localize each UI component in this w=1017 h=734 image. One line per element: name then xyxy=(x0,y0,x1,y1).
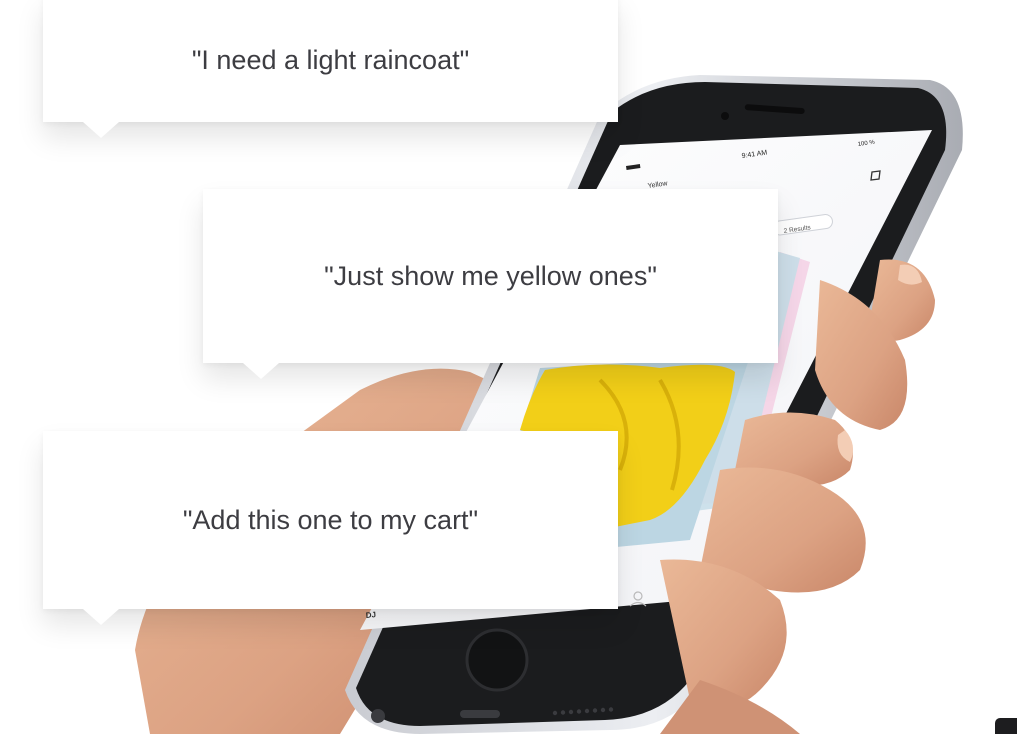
speech-bubble-cart: "Add this one to my cart" xyxy=(43,431,618,625)
bottom-nav-label: DJ xyxy=(365,610,376,620)
speech-bubble-raincoat: "I need a light raincoat" xyxy=(43,0,618,138)
speech-bubble-yellow: "Just show me yellow ones" xyxy=(203,189,778,379)
front-camera xyxy=(721,112,729,120)
fingernail xyxy=(898,264,922,285)
bubble-text-cart: "Add this one to my cart" xyxy=(182,504,479,535)
photo-scene: 9:41 AM 100 % Yellow 2 Results DJ "I nee… xyxy=(0,0,1017,734)
home-button xyxy=(465,628,529,692)
audio-jack xyxy=(371,709,385,723)
corner-badge xyxy=(995,718,1017,734)
bubble-text-raincoat: "I need a light raincoat" xyxy=(191,44,470,75)
charging-port xyxy=(460,710,500,718)
bubble-text-yellow: "Just show me yellow ones" xyxy=(324,260,657,291)
